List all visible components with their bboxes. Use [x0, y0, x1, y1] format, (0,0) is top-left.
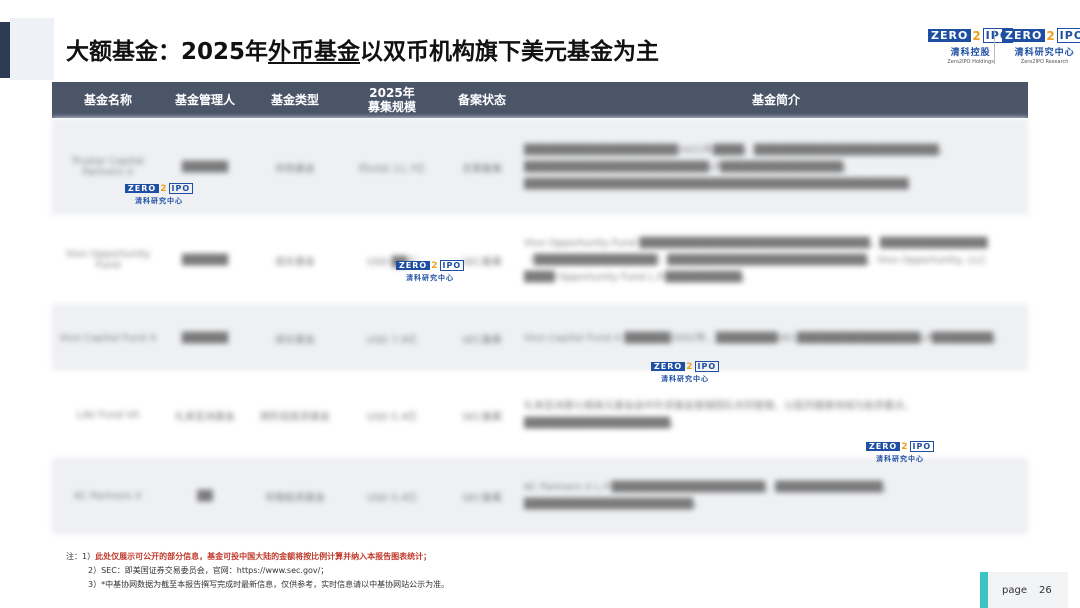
cell-manager: 礼来亚洲基金 — [175, 411, 235, 423]
cell-manager: ██ — [197, 490, 213, 502]
cell-status: SEC备案 — [462, 334, 502, 346]
table-row: Vivo Opportunity Fund ██████ 成长基金 USD ██… — [52, 216, 1028, 304]
research-watermark: ZERO 2 IPO 清科研究中心 — [651, 361, 720, 384]
footnote-2: 2）SEC：即美国证券交易委员会，官网：https://www.sec.gov/… — [88, 566, 329, 575]
cell-intro: KC Partners X L.P.████████████████████，█… — [524, 482, 893, 510]
cell-intro: 礼来亚洲第七期美元基金由中外资基金管理团队共同管理，以医药健康领域为投资重点，█… — [524, 401, 914, 429]
header-fund-name: 基金名称 — [83, 93, 132, 107]
table-row: KC Partners X ██ 早期投资基金 USD 5.4亿 SEC备案 K… — [52, 458, 1028, 534]
page-title: 大额基金：2025年外币基金以双币机构旗下美元基金为主 — [66, 32, 659, 66]
cell-fund-name: Trustar Capital Partners V — [71, 156, 145, 178]
cell-manager: ██████ — [181, 254, 229, 266]
cell-intro: Vivo Opportunity Fund ██████████████████… — [524, 237, 988, 283]
cell-fund-name: Vivo Opportunity Fund — [65, 249, 151, 271]
zero2ipo-research-logo: ZERO 2 IPO 清科研究中心 Zero2IPO Research — [1002, 28, 1080, 65]
cell-fund-name: LAV Fund VII — [76, 409, 140, 421]
page-number: 26 — [1038, 584, 1052, 596]
footnotes: 注：1）此处仅展示可公开的部分信息，基金可投中国大陆的金额将按比例计算并纳入本报… — [66, 550, 449, 592]
cell-size: USD 7.9亿 — [366, 334, 418, 346]
cell-size: USD 5.4亿 — [366, 411, 418, 423]
page-number-box: page 26 — [988, 572, 1068, 608]
page-accent-bar — [980, 572, 988, 608]
header-fund-intro: 基金简介 — [751, 93, 800, 107]
title-prefix: 大额基金：2025年 — [66, 39, 269, 65]
title-accent-bar — [0, 22, 10, 78]
cell-intro: Vivo Capital Fund X ██████2002年，████████… — [524, 332, 1004, 344]
header-fund-type: 基金类型 — [270, 93, 319, 107]
cell-size: 约USD 11.7亿 — [358, 163, 426, 175]
logo-divider — [994, 30, 995, 64]
research-watermark: ZERO 2 IPO 清科研究中心 — [396, 260, 465, 283]
cell-fund-type: 并购基金 — [275, 163, 315, 175]
title-underlined: 外币基金 — [268, 39, 361, 65]
table-row: Vivo Capital Fund X ██████ 成长基金 USD 7.9亿… — [52, 304, 1028, 372]
cell-fund-type: 早期投资基金 — [265, 492, 325, 504]
cell-intro: ████████████████████2021年████，██████████… — [524, 144, 949, 190]
header-manager: 基金管理人 — [174, 93, 235, 107]
cell-manager: ██████ — [181, 161, 229, 173]
cell-manager: ██████ — [181, 332, 229, 344]
cell-fund-name: Vivo Capital Fund X — [59, 332, 157, 344]
research-watermark: ZERO 2 IPO 清科研究中心 — [866, 441, 935, 464]
table-row: Trustar Capital Partners V ██████ 并购基金 约… — [52, 118, 1028, 216]
cell-fund-type: 跨阶段投资基金 — [260, 411, 330, 423]
cell-size: USD 5.4亿 — [366, 492, 418, 504]
footnote-3: 3）*中基协网数据为截至本报告撰写完成时最新信息，仅供参考，实时信息请以中基协网… — [88, 580, 450, 589]
fund-table: 基金名称 基金管理人 基金类型 2025年 募集规模 备案状态 基金简介 Tru… — [52, 82, 1028, 534]
research-watermark: ZERO 2 IPO 清科研究中心 — [125, 183, 194, 206]
title-suffix: 以双币机构旗下美元基金为主 — [360, 39, 660, 65]
table-header: 基金名称 基金管理人 基金类型 2025年 募集规模 备案状态 基金简介 — [52, 82, 1028, 118]
page-label: page — [1002, 584, 1027, 596]
cell-status: 无需备案 — [462, 163, 502, 175]
cell-fund-type: 成长基金 — [275, 256, 315, 268]
header-fundraising-size: 2025年 募集规模 — [367, 86, 416, 114]
cell-fund-type: 成长基金 — [275, 334, 315, 346]
cell-status: SEC备案 — [462, 492, 502, 504]
zero2ipo-holdings-logo: ZERO 2 IPO 清科控股 Zero2IPO Holdings — [928, 28, 1014, 65]
footnote-1: 注：1）此处仅展示可公开的部分信息，基金可投中国大陆的金额将按比例计算并纳入本报… — [66, 552, 432, 561]
cell-fund-name: KC Partners X — [74, 490, 142, 502]
title-accent-bg — [10, 18, 54, 80]
cell-status: SEC备案 — [462, 411, 502, 423]
header-filing-status: 备案状态 — [457, 93, 506, 107]
